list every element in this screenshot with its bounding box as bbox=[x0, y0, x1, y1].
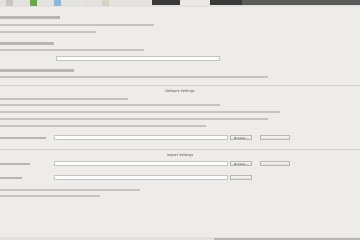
toolbar-button-5[interactable] bbox=[102, 0, 109, 6]
action-button[interactable] bbox=[260, 135, 290, 140]
toolbar-button-3[interactable] bbox=[54, 0, 61, 6]
option-line bbox=[0, 104, 220, 106]
option-line bbox=[0, 69, 74, 72]
import-settings-header: Import Settings bbox=[166, 153, 194, 157]
option-line bbox=[0, 76, 268, 78]
toolbar-button-4[interactable] bbox=[78, 0, 85, 6]
path-input[interactable] bbox=[56, 56, 220, 61]
dropdown-button[interactable] bbox=[230, 175, 252, 180]
option-line bbox=[0, 177, 22, 179]
browse-button[interactable]: Browse... bbox=[230, 161, 252, 166]
import-path-input[interactable] bbox=[54, 161, 228, 166]
separator bbox=[0, 149, 360, 150]
option-line bbox=[0, 163, 30, 165]
option-line bbox=[0, 111, 280, 113]
toolbar-button-2[interactable] bbox=[30, 0, 37, 6]
option-line bbox=[0, 125, 206, 127]
network-settings-header: Network Settings bbox=[165, 89, 195, 93]
toolbar-button-1[interactable] bbox=[6, 0, 13, 6]
option-line bbox=[0, 24, 154, 26]
option-line bbox=[0, 137, 46, 139]
browse-button[interactable]: Browse... bbox=[230, 135, 252, 140]
network-path-input[interactable] bbox=[54, 135, 228, 140]
option-line bbox=[0, 31, 96, 33]
dropdown-field[interactable] bbox=[54, 175, 228, 180]
option-line bbox=[0, 16, 60, 19]
tab-inactive[interactable] bbox=[242, 0, 360, 5]
option-line bbox=[0, 42, 54, 45]
option-line bbox=[0, 118, 268, 120]
option-line bbox=[0, 49, 144, 51]
tab-active[interactable] bbox=[180, 0, 210, 5]
option-line bbox=[0, 98, 128, 100]
action-button[interactable] bbox=[260, 161, 290, 166]
tab-strip bbox=[152, 0, 360, 5]
option-line bbox=[0, 189, 140, 191]
separator bbox=[0, 85, 360, 86]
option-line bbox=[0, 195, 100, 197]
